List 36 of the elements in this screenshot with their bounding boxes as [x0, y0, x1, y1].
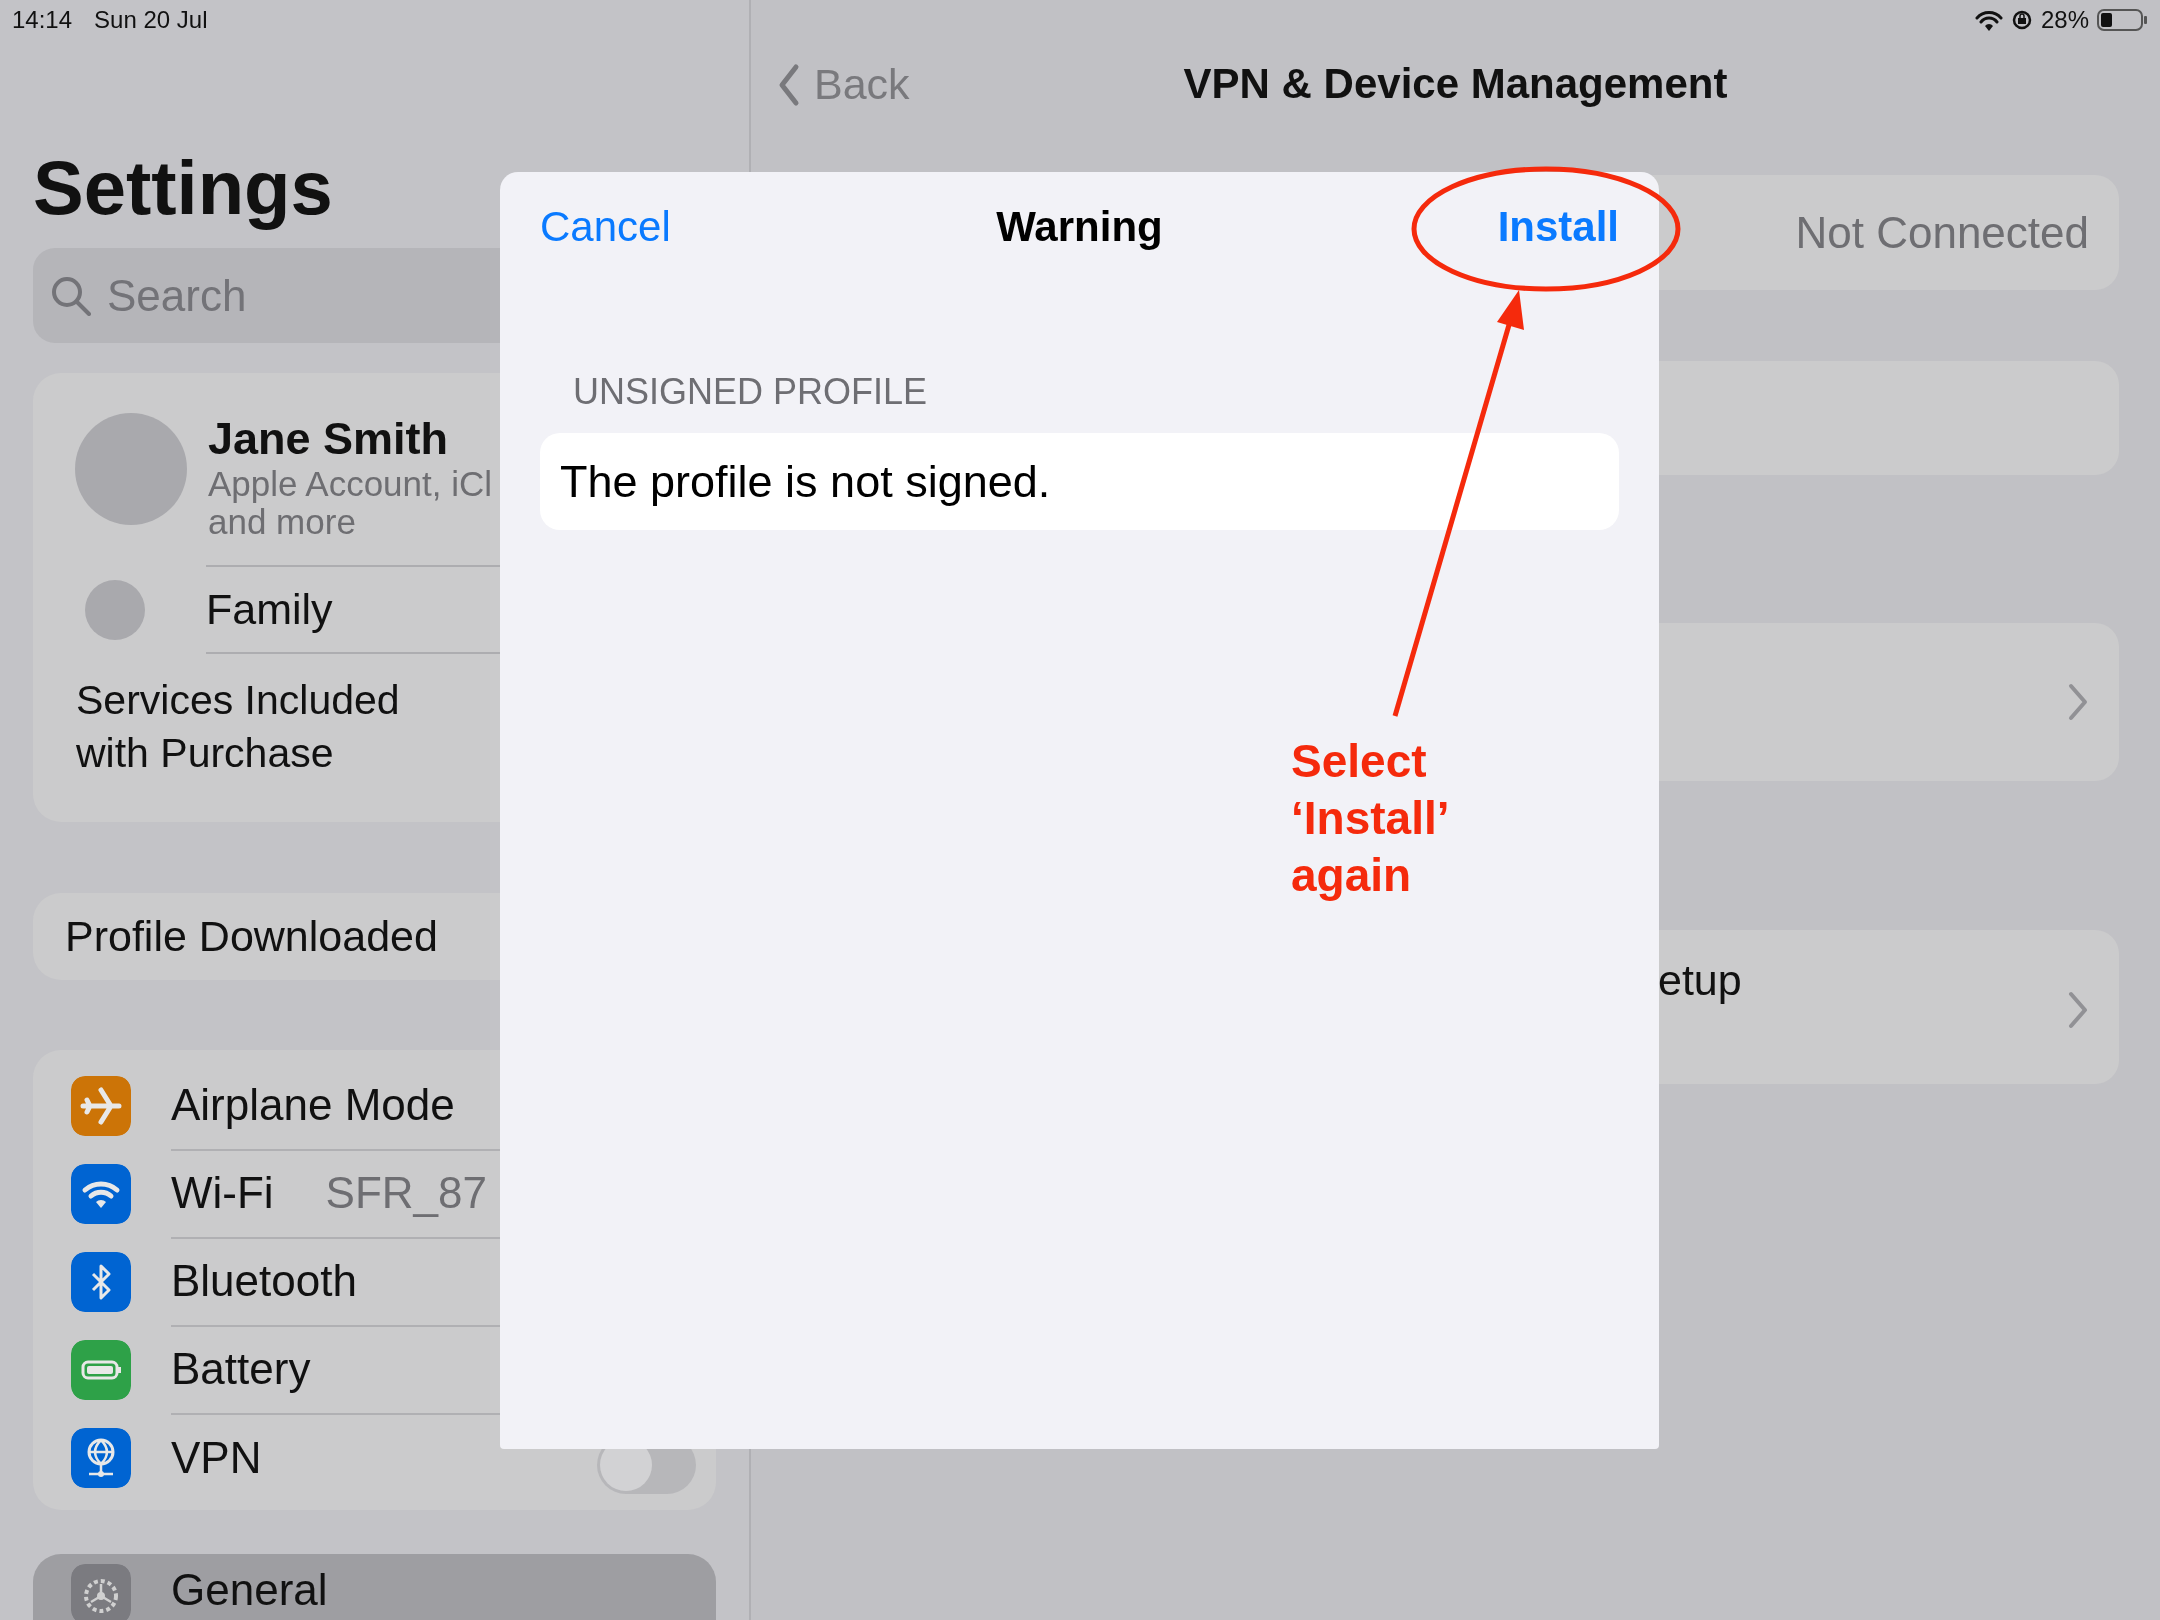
settings-row-label[interactable]: Bluetooth	[171, 1256, 357, 1306]
cancel-button[interactable]: Cancel	[540, 203, 671, 251]
globe-icon	[71, 1428, 131, 1488]
account-subtitle: and more	[208, 503, 357, 541]
settings-row-value: SFR_87	[325, 1168, 488, 1218]
vpn-status: Not Connected	[1795, 207, 2089, 258]
settings-row-label[interactable]: General	[171, 1564, 328, 1616]
wifi-icon	[71, 1164, 131, 1224]
settings-row-label[interactable]: Airplane Mode	[171, 1080, 455, 1130]
rotation-lock-icon	[2010, 9, 2033, 31]
row-label: etup	[1658, 956, 1742, 1005]
install-button[interactable]: Install	[1497, 203, 1619, 251]
battery-icon	[2097, 9, 2148, 31]
annotation-text: Select ‘Install’ again	[1291, 734, 1447, 903]
bluetooth-icon	[71, 1252, 131, 1312]
search-icon	[49, 274, 91, 316]
chevron-icon	[2067, 682, 2089, 722]
settings-title: Settings	[33, 148, 333, 228]
sheet-title: Warning	[996, 203, 1163, 251]
status-date: Sun 20 Jul	[94, 6, 208, 34]
wifi-icon	[1974, 9, 2003, 31]
chevron-icon	[2067, 990, 2089, 1030]
page-title: VPN & Device Management	[1183, 60, 1728, 108]
status-time: 14:14	[12, 6, 73, 34]
settings-row-label[interactable]: VPN	[171, 1433, 262, 1483]
account-subtitle: Apple Account, iCl	[208, 465, 493, 503]
battery-icon	[71, 1340, 131, 1400]
settings-icon	[71, 1564, 131, 1620]
services-label[interactable]: Services Included with Purchase	[76, 674, 426, 780]
settings-row-label[interactable]: Battery	[171, 1344, 311, 1394]
battery-percentage: 28%	[2040, 6, 2089, 34]
family-label[interactable]: Family	[206, 585, 333, 634]
airplane-icon	[71, 1076, 131, 1136]
profile-downloaded-label: Profile Downloaded	[65, 912, 438, 961]
settings-row-label[interactable]: Wi-Fi	[171, 1168, 274, 1218]
account-name: Jane Smith	[208, 413, 450, 465]
